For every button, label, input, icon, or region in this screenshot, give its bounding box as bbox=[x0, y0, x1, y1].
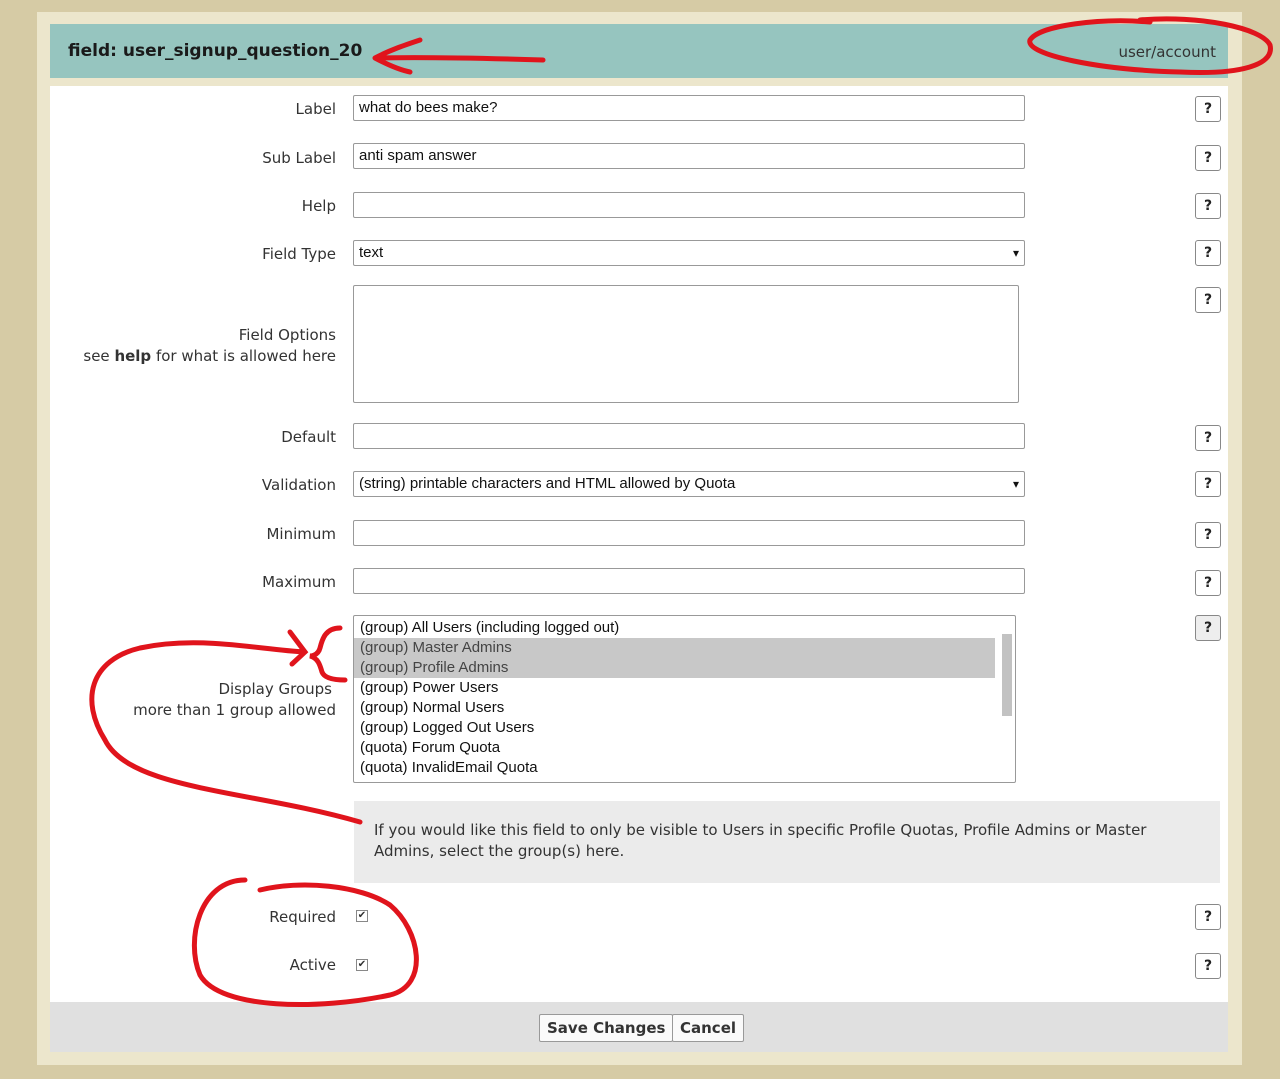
display-group-option[interactable]: (group) Master Admins bbox=[354, 638, 995, 658]
field-options-textarea[interactable] bbox=[353, 285, 1019, 403]
maximum-label: Maximum bbox=[262, 573, 336, 591]
help-button-display-groups[interactable]: ? bbox=[1195, 615, 1221, 641]
display-group-option[interactable]: (group) All Users (including logged out) bbox=[354, 618, 1015, 638]
active-label: Active bbox=[289, 956, 336, 974]
display-groups-listbox[interactable]: (group) All Users (including logged out)… bbox=[353, 615, 1016, 783]
help-button-help[interactable]: ? bbox=[1195, 193, 1221, 219]
display-group-option[interactable]: (group) Normal Users bbox=[354, 698, 1015, 718]
display-groups-info: If you would like this field to only be … bbox=[354, 801, 1220, 883]
maximum-input[interactable] bbox=[353, 568, 1025, 594]
active-checkbox[interactable]: ✔ bbox=[356, 959, 368, 971]
display-group-option[interactable]: (group) Logged Out Users bbox=[354, 718, 1015, 738]
help-button-default[interactable]: ? bbox=[1195, 425, 1221, 451]
help-button-label[interactable]: ? bbox=[1195, 96, 1221, 122]
field-type-select[interactable]: text bbox=[353, 240, 1025, 266]
display-group-option[interactable]: (quota) InvalidEmail Quota bbox=[354, 758, 1015, 778]
hint-text: see bbox=[83, 347, 115, 365]
help-button-validation[interactable]: ? bbox=[1195, 471, 1221, 497]
default-label: Default bbox=[281, 428, 336, 446]
help-label: Help bbox=[301, 197, 336, 215]
label-label: Label bbox=[295, 100, 336, 118]
help-button-maximum[interactable]: ? bbox=[1195, 570, 1221, 596]
validation-select[interactable]: (string) printable characters and HTML a… bbox=[353, 471, 1025, 497]
required-checkbox[interactable]: ✔ bbox=[356, 910, 368, 922]
field-options-label: Field Options bbox=[238, 326, 336, 344]
display-groups-label: Display Groups bbox=[218, 680, 332, 698]
help-button-field-options[interactable]: ? bbox=[1195, 287, 1221, 313]
page-title: field: user_signup_question_20 bbox=[68, 41, 363, 61]
display-group-option[interactable]: (quota) Forum Quota bbox=[354, 738, 1015, 758]
help-button-active[interactable]: ? bbox=[1195, 953, 1221, 979]
help-link[interactable]: help bbox=[114, 347, 151, 365]
display-group-option[interactable]: (group) Power Users bbox=[354, 678, 1015, 698]
label-input[interactable]: what do bees make? bbox=[353, 95, 1025, 121]
field-options-hint: see help for what is allowed here bbox=[83, 346, 336, 367]
minimum-input[interactable] bbox=[353, 520, 1025, 546]
hint-text: for what is allowed here bbox=[151, 347, 336, 365]
validation-label: Validation bbox=[261, 476, 336, 494]
display-groups-hint: more than 1 group allowed bbox=[133, 701, 336, 719]
minimum-label: Minimum bbox=[266, 525, 336, 543]
required-label: Required bbox=[269, 908, 336, 926]
breadcrumb[interactable]: user/account bbox=[1118, 43, 1216, 61]
help-input[interactable] bbox=[353, 192, 1025, 218]
display-group-option[interactable]: (group) Profile Admins bbox=[354, 658, 995, 678]
default-input[interactable] bbox=[353, 423, 1025, 449]
help-button-field-type[interactable]: ? bbox=[1195, 240, 1221, 266]
help-button-minimum[interactable]: ? bbox=[1195, 522, 1221, 548]
form-footer: Save Changes Cancel bbox=[50, 1002, 1228, 1052]
scrollbar-thumb[interactable] bbox=[1002, 634, 1012, 716]
cancel-button[interactable]: Cancel bbox=[672, 1014, 745, 1042]
sub-label-input[interactable]: anti spam answer bbox=[353, 143, 1025, 169]
listbox-scrollbar[interactable] bbox=[1000, 619, 1013, 779]
help-button-sub-label[interactable]: ? bbox=[1195, 145, 1221, 171]
form-panel: Label what do bees make? ? Sub Label ant… bbox=[50, 86, 1228, 1002]
validation-value: (string) printable characters and HTML a… bbox=[359, 475, 736, 492]
page-header: field: user_signup_question_20 user/acco… bbox=[50, 24, 1228, 78]
help-button-required[interactable]: ? bbox=[1195, 904, 1221, 930]
sub-label-label: Sub Label bbox=[262, 149, 336, 167]
field-type-label: Field Type bbox=[262, 245, 336, 263]
save-changes-button[interactable]: Save Changes bbox=[539, 1014, 674, 1042]
field-type-value: text bbox=[359, 244, 384, 261]
